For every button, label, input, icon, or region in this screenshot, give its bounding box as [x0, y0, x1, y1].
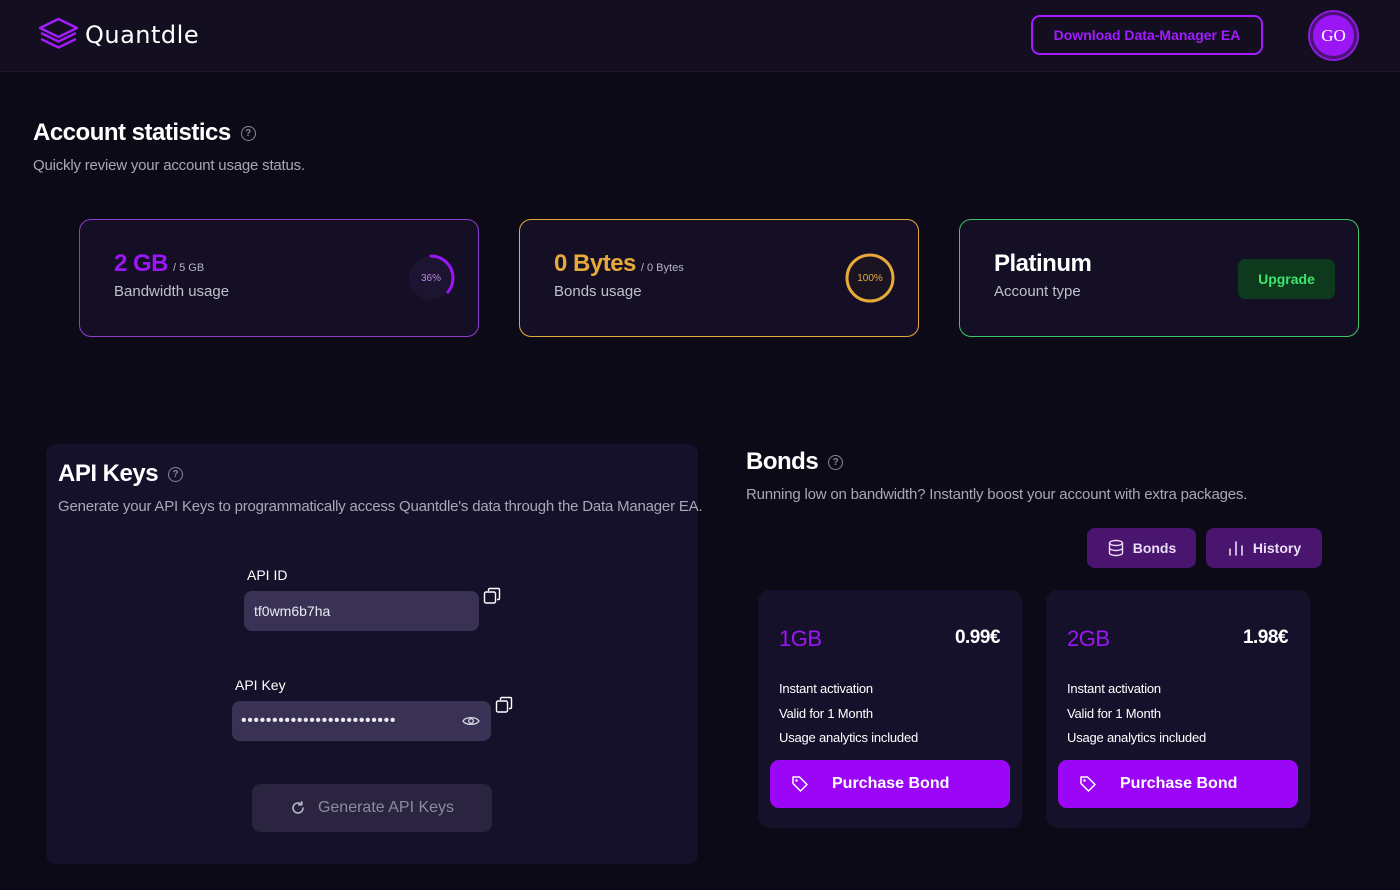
- account-type-value: Platinum: [994, 250, 1092, 277]
- purchase-bond-button[interactable]: Purchase Bond: [770, 760, 1010, 808]
- bandwidth-label: Bandwidth usage: [114, 283, 230, 300]
- bond-feature: Instant activation: [1067, 681, 1161, 696]
- bonds-usage-label: Bonds usage: [554, 283, 642, 300]
- tag-icon: [1080, 776, 1096, 792]
- api-keys-title: API Keys ?: [58, 460, 184, 488]
- account-statistics-title: Account statistics ?: [33, 119, 256, 147]
- tab-bonds[interactable]: Bonds: [1087, 528, 1196, 568]
- generate-api-keys-label: Generate API Keys: [317, 799, 455, 816]
- api-keys-subtitle: Generate your API Keys to programmatical…: [58, 498, 703, 515]
- upgrade-button[interactable]: Upgrade: [1238, 259, 1335, 299]
- bond-feature: Valid for 1 Month: [779, 706, 873, 721]
- bond-feature: Instant activation: [779, 681, 873, 696]
- bond-size: 2GB: [1067, 626, 1110, 651]
- account-type-card: Platinum Account type Upgrade: [959, 219, 1359, 337]
- logo-layers-icon: [38, 17, 79, 49]
- bonds-title: Bonds ?: [746, 448, 844, 476]
- api-key-label: API Key: [235, 677, 286, 693]
- tab-history-label: History: [1252, 540, 1302, 556]
- api-id-label: API ID: [247, 567, 288, 583]
- tab-bonds-label: Bonds: [1132, 540, 1177, 556]
- bandwidth-percent: 36%: [420, 272, 441, 284]
- api-key-field[interactable]: •••••••••••••••••••••••••: [232, 701, 491, 741]
- tab-history[interactable]: History: [1206, 528, 1322, 568]
- copy-icon[interactable]: [495, 696, 513, 714]
- bandwidth-value-row: 2 GB / 5 GB: [114, 250, 204, 278]
- help-icon[interactable]: ?: [240, 125, 256, 141]
- top-header: Quantdle Download Data-Manager EA GO: [0, 0, 1400, 72]
- help-icon[interactable]: ?: [168, 466, 184, 482]
- account-type-value-row: Platinum: [994, 250, 1092, 278]
- bond-size: 1GB: [779, 626, 822, 651]
- bond-feature: Usage analytics included: [1067, 730, 1207, 745]
- refresh-icon: [292, 801, 304, 814]
- account-statistics-title-text: Account statistics: [33, 119, 231, 146]
- bonds-title-text: Bonds: [746, 448, 819, 475]
- purchase-bond-button[interactable]: Purchase Bond: [1058, 760, 1298, 808]
- bond-feature: Valid for 1 Month: [1067, 706, 1161, 721]
- bond-price: 0.99€: [954, 627, 1001, 648]
- account-statistics-subtitle: Quickly review your account usage status…: [33, 157, 305, 174]
- bonds-subtitle: Running low on bandwidth? Instantly boos…: [746, 486, 1248, 503]
- database-icon: [1108, 539, 1123, 557]
- bond-card-1gb: 1GB 0.99€ Instant activation Valid for 1…: [758, 590, 1022, 828]
- chart-bars-icon: [1229, 541, 1243, 556]
- copy-icon[interactable]: [483, 587, 501, 605]
- bonds-usage-percent: 100%: [857, 272, 883, 284]
- bandwidth-value: 2 GB: [114, 250, 169, 277]
- bonds-usage-card: 0 Bytes / 0 Bytes Bonds usage 100%: [519, 219, 919, 337]
- generate-api-keys-button[interactable]: Generate API Keys: [252, 784, 492, 832]
- api-id-value: tf0wm6b7ha: [254, 603, 331, 619]
- download-ea-button[interactable]: Download Data-Manager EA: [1031, 15, 1263, 55]
- bond-feature: Usage analytics included: [779, 730, 919, 745]
- account-type-label: Account type: [994, 283, 1081, 300]
- bond-card-2gb: 2GB 1.98€ Instant activation Valid for 1…: [1046, 590, 1310, 828]
- bonds-usage-value-row: 0 Bytes / 0 Bytes: [554, 250, 684, 278]
- help-icon[interactable]: ?: [828, 454, 844, 470]
- bond-price: 1.98€: [1242, 627, 1289, 648]
- purchase-bond-label: Purchase Bond: [1120, 775, 1238, 792]
- api-keys-title-text: API Keys: [58, 460, 159, 487]
- logo-text: Quantdle: [85, 21, 200, 49]
- purchase-bond-label: Purchase Bond: [832, 775, 950, 792]
- bandwidth-total: / 5 GB: [173, 262, 205, 274]
- tag-icon: [792, 776, 808, 792]
- api-id-field[interactable]: tf0wm6b7ha: [244, 591, 479, 631]
- eye-icon[interactable]: [462, 713, 480, 729]
- bonds-usage-value: 0 Bytes: [554, 250, 636, 277]
- api-key-value: •••••••••••••••••••••••••: [241, 712, 397, 729]
- bandwidth-card: 2 GB / 5 GB Bandwidth usage 36%: [79, 219, 479, 337]
- logo[interactable]: Quantdle: [38, 17, 199, 53]
- bonds-usage-total: / 0 Bytes: [640, 262, 684, 274]
- user-avatar[interactable]: GO: [1310, 12, 1357, 59]
